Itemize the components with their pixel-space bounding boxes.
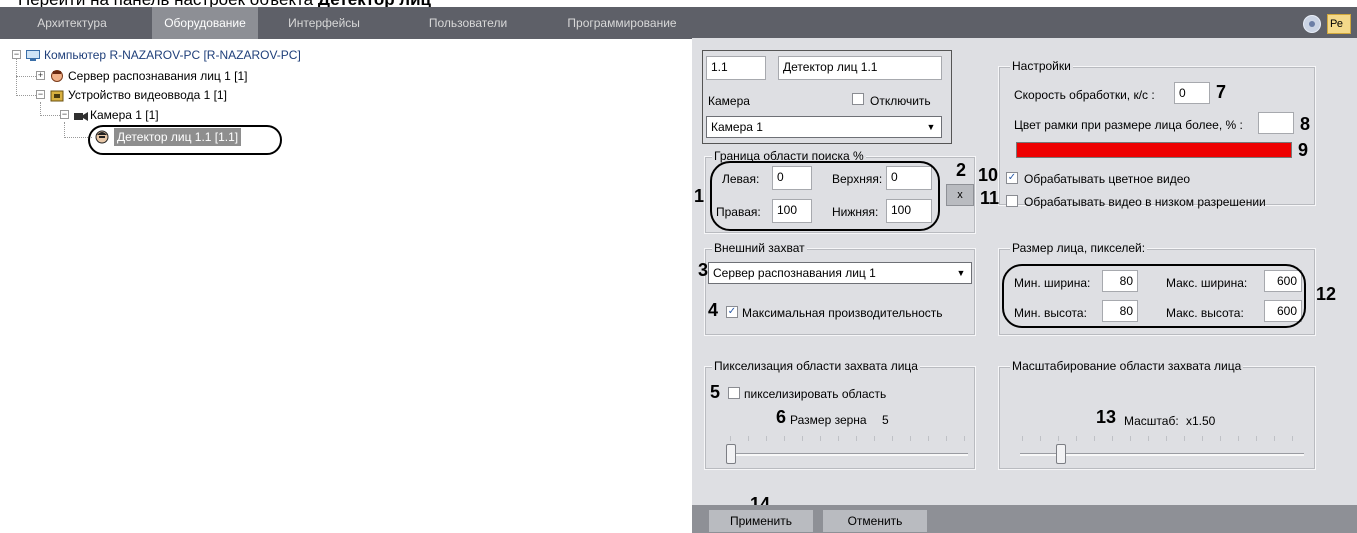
face-size-title: Размер лица, пикселей: [1010,241,1148,255]
pixelation-title: Пикселизация области захвата лица [712,359,920,373]
disable-label: Отключить [870,94,931,108]
highlight-oval [88,125,282,155]
callout-11: 11 [980,188,1000,208]
tab-hardware[interactable]: Оборудование [152,7,258,39]
color-video-checkbox[interactable]: ✓ [1006,172,1018,184]
apply-button[interactable]: Применить [708,509,814,533]
detector-name-field[interactable]: Детектор лиц 1.1 [778,56,942,80]
callout-2: 2 [956,160,967,180]
hardware-tree: − Компьютер R-NAZAROV-PC [R-NAZAROV-PC] … [0,40,690,500]
callout-3: 3 [698,260,709,280]
camera-label: Камера [708,94,750,108]
callout-7: 7 [1216,82,1227,102]
face-detector-settings-panel: 1.1 Детектор лиц 1.1 Камера Отключить Ка… [692,38,1357,533]
expand-server-icon[interactable]: + [36,71,45,80]
callout-10: 10 [978,165,999,185]
callout-13: 13 [1096,407,1117,427]
processing-settings-title: Настройки [1010,59,1073,73]
frame-size-label: Цвет рамки при размере лица более, % : [1014,118,1243,132]
callout-12: 12 [1316,284,1337,304]
callout-5: 5 [710,382,721,402]
collapse-camera-icon[interactable]: − [60,110,69,119]
scaling-title: Масштабирование области захвата лица [1010,359,1244,373]
scale-label: Масштаб: [1124,414,1179,428]
tabbar-right-controls: Ре [1303,14,1351,34]
processing-speed-input[interactable]: 0 [1174,82,1210,104]
scale-slider-ticks [1022,436,1304,441]
grain-slider-thumb[interactable] [726,444,736,464]
recognition-server-value: Сервер распознавания лиц 1 [713,266,876,280]
max-performance-checkbox[interactable]: ✓ [726,306,738,318]
max-performance-label: Максимальная производительность [742,306,943,320]
tab-interfaces[interactable]: Интерфейсы [276,7,372,39]
processing-speed-label: Скорость обработки, к/с : [1014,88,1155,102]
bottom-action-bar: Применить Отменить [692,505,1357,533]
computer-icon [26,49,40,61]
tabbar-right-button[interactable]: Ре [1327,14,1351,34]
detector-id-field[interactable]: 1.1 [706,56,766,80]
chevron-down-icon: ▼ [926,122,936,132]
recognition-server-select[interactable]: Сервер распознавания лиц 1 ▼ [708,262,972,284]
highlight-oval-face-size [1002,264,1306,328]
callout-4: 4 [708,300,719,320]
grain-size-value: 5 [882,413,889,427]
tab-users[interactable]: Пользователи [412,7,524,39]
video-device-icon [50,89,64,102]
settings-icon[interactable] [1303,15,1321,33]
callout-1: 1 [694,186,705,206]
callout-8: 8 [1300,114,1311,134]
collapse-computer-icon[interactable]: − [12,50,21,59]
reset-search-area-button[interactable]: x [946,184,974,206]
tree-item-computer-label: Компьютер R-NAZAROV-PC [R-NAZAROV-PC] [44,48,301,62]
tree-item-server-label: Сервер распознавания лиц 1 [1] [68,69,248,83]
camera-icon [74,109,88,121]
camera-select-value: Камера 1 [711,120,763,134]
highlight-oval-search [710,161,940,231]
pixelate-checkbox[interactable] [728,387,740,399]
pixelate-label: пикселизировать область [744,387,887,401]
scale-slider-thumb[interactable] [1056,444,1066,464]
tree-item-camera-label: Камера 1 [1] [90,108,159,122]
cancel-button[interactable]: Отменить [822,509,928,533]
tab-programming[interactable]: Программирование [552,7,692,39]
grain-slider-ticks [730,436,970,441]
camera-select[interactable]: Камера 1 ▼ [706,116,942,138]
scale-value: x1.50 [1186,414,1216,428]
tree-item-video-device-label: Устройство видеоввода 1 [1] [68,88,227,102]
face-server-icon [50,70,64,82]
grain-size-label: Размер зерна [790,413,867,427]
collapse-device-icon[interactable]: − [36,90,45,99]
chevron-down-icon: ▼ [956,268,966,278]
disable-checkbox[interactable] [852,93,864,105]
main-tab-bar: Архитектура Оборудование Интерфейсы Поль… [0,7,1357,39]
callout-9: 9 [1298,140,1309,160]
tab-architecture[interactable]: Архитектура [18,7,126,39]
lowres-video-label: Обрабатывать видео в низком разрешении [1024,195,1266,209]
grain-slider-track[interactable] [728,453,968,456]
frame-size-input[interactable] [1258,112,1294,134]
callout-6: 6 [776,407,787,427]
external-capture-title: Внешний захват [712,241,807,255]
lowres-video-checkbox[interactable] [1006,195,1018,207]
color-video-label: Обрабатывать цветное видео [1024,172,1191,186]
frame-color-swatch[interactable] [1016,142,1292,158]
